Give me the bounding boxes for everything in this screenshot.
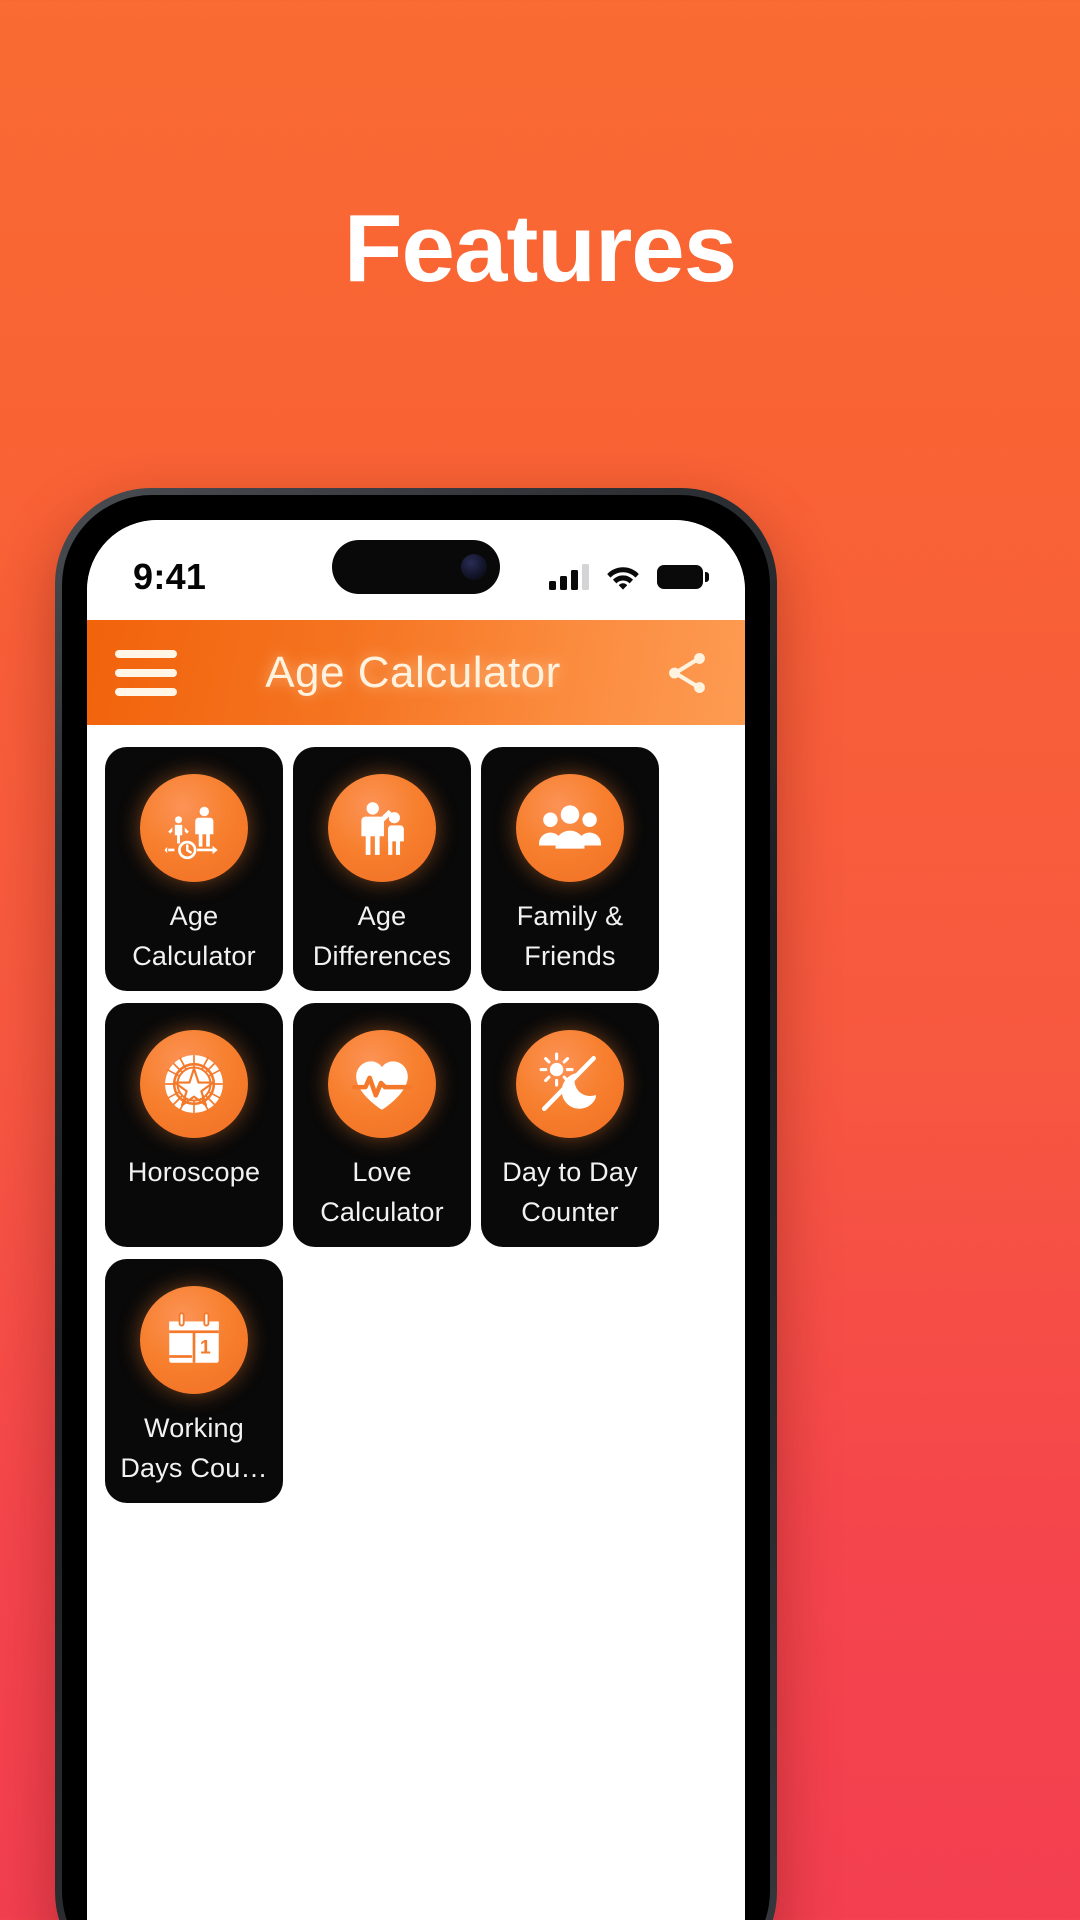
phone-screen: 9:41 Age Calculator Age Calculator Age D… [87, 520, 745, 1920]
age-differences-icon [328, 774, 436, 882]
svg-text:1: 1 [200, 1336, 211, 1358]
share-icon[interactable] [659, 645, 715, 701]
feature-tile-label: Working Days Cou… [105, 1409, 283, 1489]
feature-tile-day-to-day-counter[interactable]: Day to Day Counter [481, 1003, 659, 1247]
feature-tile-label: Love Calculator [293, 1153, 471, 1233]
wifi-icon [607, 567, 639, 590]
working-days-counter-icon: 1 [140, 1286, 248, 1394]
feature-tile-label: Age Differences [293, 897, 471, 977]
tile-label-line1: Day to Day [502, 1157, 638, 1187]
dynamic-island [332, 540, 500, 594]
horoscope-icon [140, 1030, 248, 1138]
feature-tile-love-calculator[interactable]: Love Calculator [293, 1003, 471, 1247]
tile-label-line1: Family & [516, 901, 624, 931]
tile-label-line2: Calculator [132, 940, 256, 971]
app-bar: Age Calculator [87, 620, 745, 725]
feature-tile-label: Day to Day Counter [481, 1153, 659, 1233]
tile-label-line2: Friends [524, 940, 616, 971]
tile-label-line2: Differences [312, 940, 452, 971]
feature-tile-working-days-counter[interactable]: 1 Working Days Cou… [105, 1259, 283, 1503]
feature-tile-label: Horoscope [105, 1153, 283, 1193]
app-bar-title: Age Calculator [265, 647, 561, 697]
tile-label-line1: Love [352, 1157, 412, 1187]
feature-grid: Age Calculator Age Differences Family & … [105, 747, 727, 1503]
tile-label-line1: Horoscope [127, 1157, 261, 1187]
family-friends-icon [516, 774, 624, 882]
phone-bezel: 9:41 Age Calculator Age Calculator Age D… [62, 495, 770, 1920]
feature-tile-label: Family & Friends [481, 897, 659, 977]
status-bar-time: 9:41 [133, 556, 207, 597]
feature-tile-age-calculator[interactable]: Age Calculator [105, 747, 283, 991]
tile-label-line2: Calculator [320, 1196, 444, 1227]
age-calculator-icon [140, 774, 248, 882]
love-calculator-icon [328, 1030, 436, 1138]
tile-label-line2: Counter [521, 1196, 619, 1227]
app-content: Age Calculator Age Differences Family & … [87, 725, 745, 1920]
day-to-day-counter-icon [516, 1030, 624, 1138]
tile-label-line1: Age [169, 901, 219, 931]
status-bar-indicators [549, 564, 709, 590]
phone-frame: 9:41 Age Calculator Age Calculator Age D… [55, 488, 777, 1920]
battery-icon [657, 565, 709, 589]
cellular-signal-icon [549, 564, 589, 590]
phone-mockup: 9:41 Age Calculator Age Calculator Age D… [55, 488, 777, 1920]
tile-label-line1: Working [144, 1413, 244, 1443]
feature-tile-label: Age Calculator [105, 897, 283, 977]
feature-tile-horoscope[interactable]: Horoscope [105, 1003, 283, 1247]
feature-tile-age-differences[interactable]: Age Differences [293, 747, 471, 991]
feature-tile-family-friends[interactable]: Family & Friends [481, 747, 659, 991]
page-title: Features [343, 195, 737, 302]
ios-status-bar: 9:41 [87, 520, 745, 620]
front-camera-icon [461, 554, 487, 580]
tile-label-line2: Days Cou… [120, 1452, 268, 1483]
tile-label-line1: Age [357, 901, 407, 931]
